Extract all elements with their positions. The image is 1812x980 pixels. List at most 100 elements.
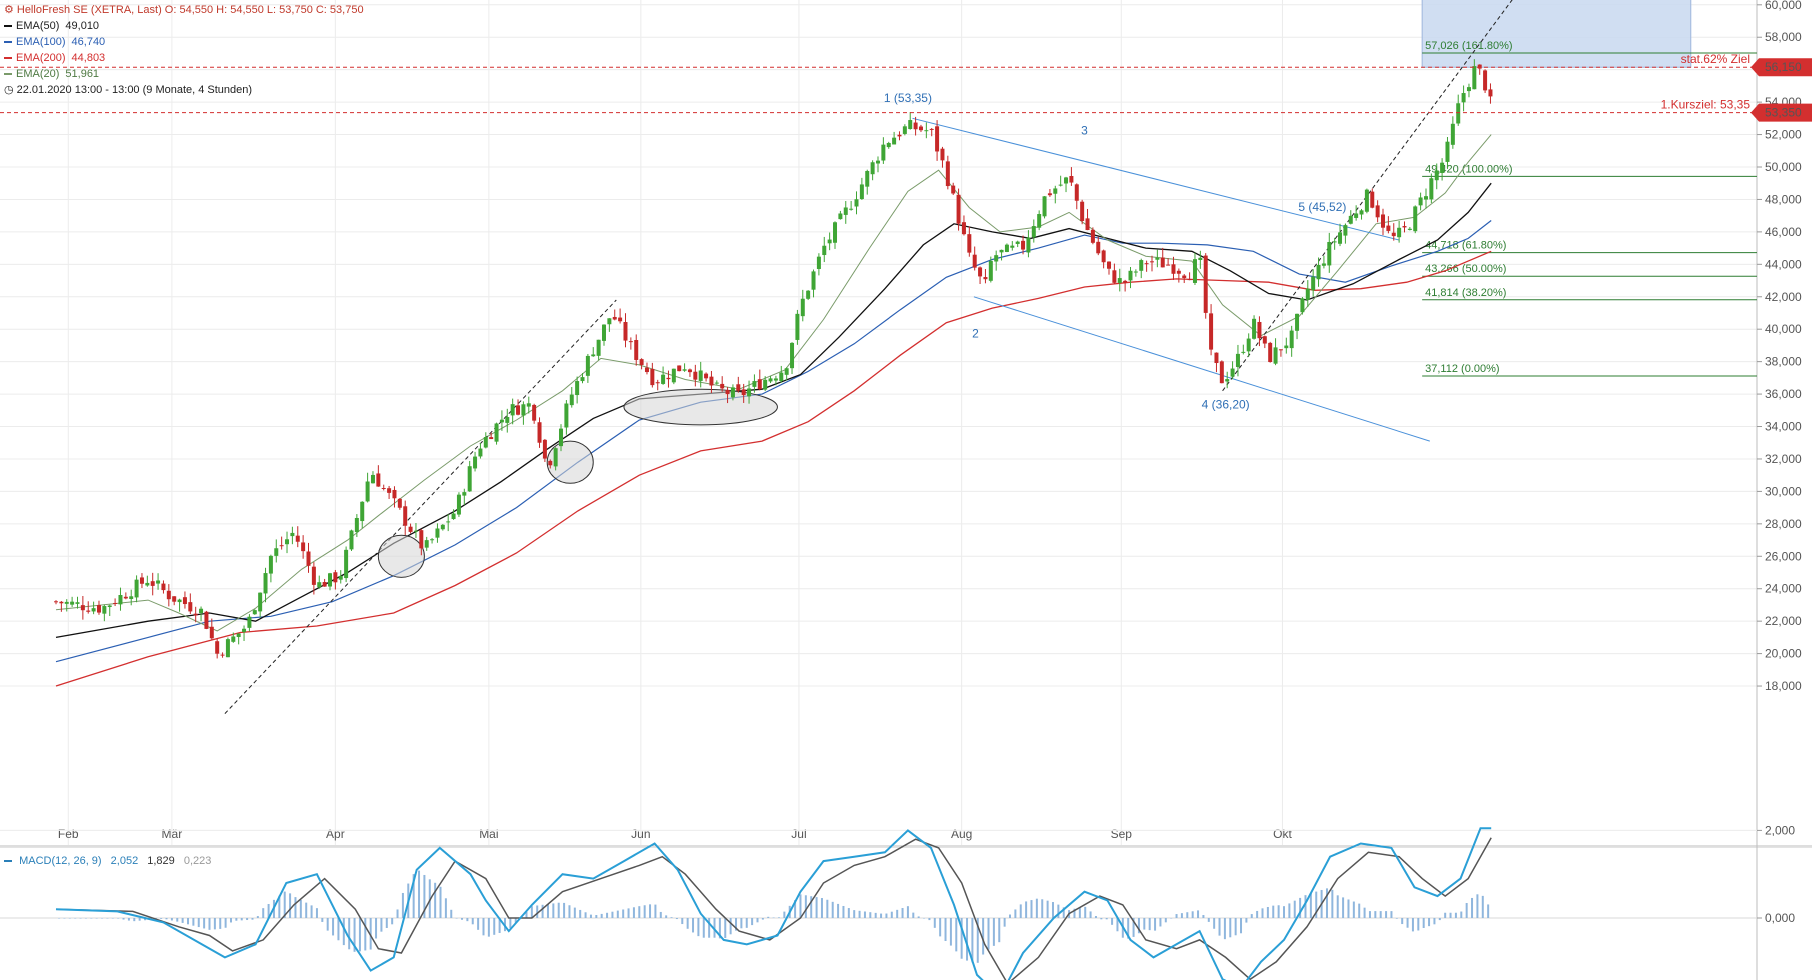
candle [1316, 265, 1321, 280]
macd-histogram-bar [1465, 903, 1468, 918]
candle [569, 394, 574, 406]
macd-histogram-bar [375, 918, 378, 939]
candle [628, 341, 633, 343]
candle [521, 404, 526, 416]
macd-histogram-bar [992, 918, 995, 946]
macd-histogram-bar [697, 918, 700, 937]
macd-histogram-bar [219, 918, 222, 929]
macd-histogram-bar [1234, 918, 1237, 936]
macd-histogram-bar [1390, 911, 1393, 918]
macd-histogram-bar [1379, 911, 1382, 918]
macd-histogram-bar [1186, 912, 1189, 918]
legend-ema100[interactable]: EMA(100) 46,740 [4, 34, 364, 50]
price-badge-label: 53,350 [1765, 106, 1802, 120]
macd-histogram-bar [584, 912, 587, 918]
macd-histogram-bar [246, 918, 249, 921]
candle [1053, 188, 1058, 194]
candle [1278, 349, 1283, 351]
macd-histogram-bar [600, 913, 603, 918]
candle [113, 602, 118, 604]
candle [290, 532, 295, 537]
macd-histogram-bar [880, 913, 883, 918]
candle [698, 370, 703, 381]
macd-histogram-bar [917, 916, 920, 918]
macd-legend[interactable]: MACD(12, 26, 9) 2,052 1,829 0,223 [4, 855, 211, 867]
candle [1219, 361, 1224, 384]
macd-histogram-bar [1283, 906, 1285, 918]
candle [1327, 241, 1332, 266]
candle [370, 474, 375, 484]
candle [1262, 336, 1267, 344]
macd-histogram-bar [536, 905, 539, 918]
macd-histogram-bar [262, 908, 265, 918]
candle [585, 355, 590, 376]
macd-histogram-bar [294, 897, 297, 918]
chart-settings-icon[interactable]: ⚙ [4, 2, 14, 18]
ema200-value: 44,803 [71, 52, 106, 64]
candle [483, 437, 488, 448]
legend-ema20[interactable]: EMA(20) 51,961 [4, 66, 364, 82]
macd-histogram-bar [1433, 918, 1436, 925]
y-tick-label: 32,000 [1765, 452, 1802, 466]
macd-histogram-bar [117, 918, 120, 919]
candle [107, 605, 112, 608]
y-tick-label: 42,000 [1765, 290, 1802, 304]
candle [338, 575, 343, 580]
month-label: Apr [326, 827, 345, 841]
price-chart[interactable]: 18,00020,00022,00024,00026,00028,00030,0… [0, 0, 1812, 980]
macd-histogram-bar [1014, 909, 1017, 918]
macd-histogram-bar [638, 906, 641, 918]
macd-histogram-bar [772, 917, 775, 919]
candle [752, 381, 757, 387]
candle [1182, 275, 1187, 279]
candle [1026, 237, 1031, 253]
candle [102, 606, 107, 614]
macd-signal-line [55, 837, 1492, 980]
candle [1080, 201, 1085, 221]
candle [747, 388, 752, 397]
y-tick-label: 40,000 [1765, 322, 1802, 336]
macd-histogram-bar [1100, 918, 1103, 920]
macd-histogram-bar [767, 916, 770, 918]
macd-histogram-bar [826, 899, 829, 918]
candle [1456, 103, 1461, 124]
candle [1477, 64, 1482, 69]
legend-ema50[interactable]: EMA(50) 49,010 [4, 18, 364, 34]
macd-histogram-bar [1250, 914, 1253, 918]
macd-histogram-bar [1030, 900, 1033, 918]
candle [838, 213, 843, 220]
candle [682, 369, 687, 371]
candle [1257, 321, 1262, 339]
candle [1289, 330, 1294, 349]
candle [720, 383, 725, 389]
macd-histogram-bar [724, 918, 727, 938]
candle [822, 245, 827, 256]
macd-histogram-bar [686, 918, 689, 929]
timeframe-text: 22.01.2020 13:00 - 13:00 (9 Monate, 4 St… [16, 84, 253, 96]
macd-histogram-bar [777, 917, 780, 918]
macd-histogram-bar [396, 909, 399, 918]
candle [193, 613, 198, 616]
candle [1418, 197, 1423, 206]
macd-label: MACD(12, 26, 9) [19, 855, 102, 867]
candle [467, 466, 472, 492]
candle [1402, 226, 1407, 228]
macd-histogram-bar [1009, 914, 1012, 918]
macd-histogram-bar [68, 918, 71, 919]
candle [1021, 240, 1026, 250]
candle [526, 403, 531, 407]
candle [859, 184, 864, 200]
candle [661, 374, 666, 384]
candle [247, 616, 252, 628]
timeframe-row: ◷ 22.01.2020 13:00 - 13:00 (9 Monate, 4 … [4, 82, 364, 98]
candle [1214, 352, 1219, 364]
candle [1364, 189, 1369, 212]
chart-stage: 18,000 20,000 22,000 24,000 26,000 28,000 30,0… [0, 0, 1812, 980]
y-tick-label: 50,000 [1765, 160, 1802, 174]
candle [1155, 257, 1160, 260]
candle [639, 359, 644, 365]
ema20-value: 51,961 [65, 68, 100, 80]
candle [456, 494, 461, 515]
candle [671, 368, 676, 383]
legend-ema200[interactable]: EMA(200) 44,803 [4, 50, 364, 66]
